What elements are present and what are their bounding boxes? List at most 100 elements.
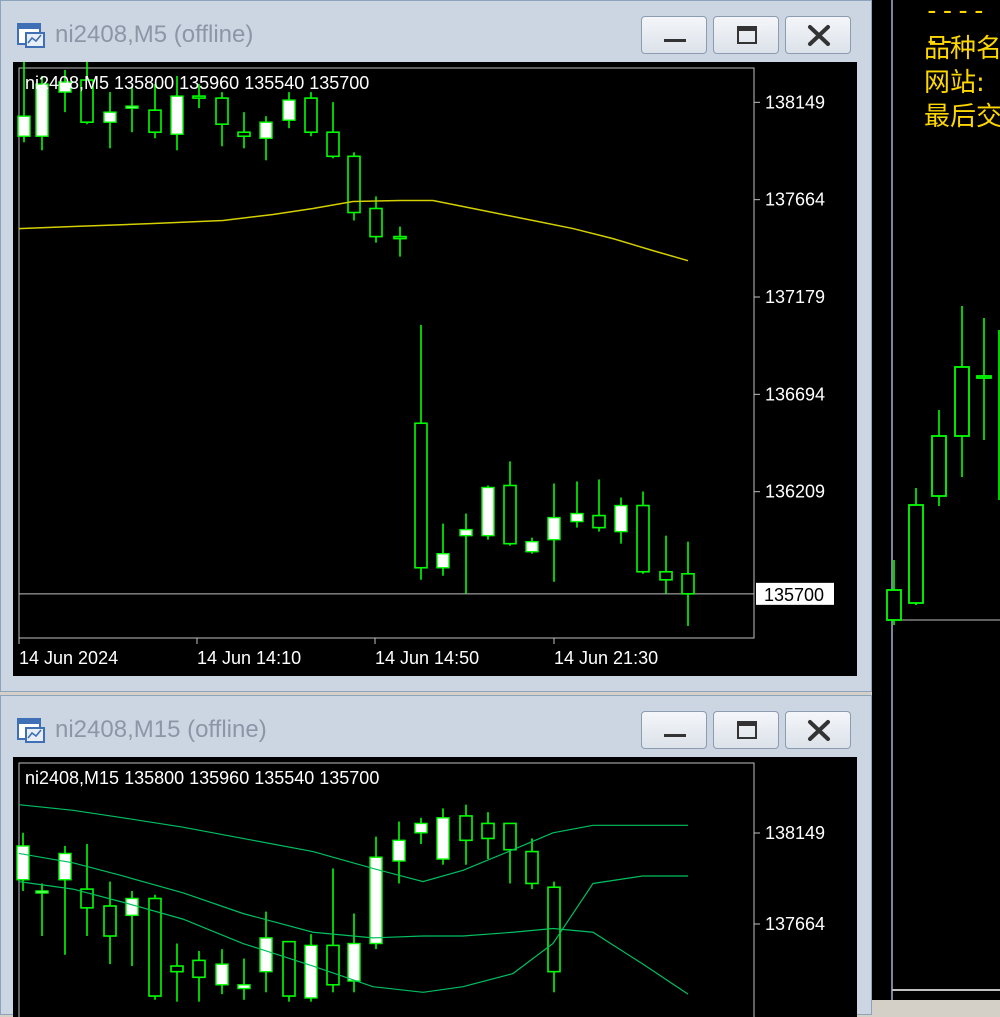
candle-body <box>414 422 428 569</box>
candle-body <box>347 155 361 214</box>
candle-body <box>125 105 139 109</box>
candle-body <box>481 486 495 537</box>
chart-window-icon <box>17 21 45 49</box>
candle-body <box>326 944 340 986</box>
close-icon <box>808 720 830 741</box>
minimize-icon <box>664 734 686 737</box>
right-candlestick-chart <box>886 0 1000 1000</box>
candle-body <box>547 516 561 541</box>
candle-body <box>503 484 517 545</box>
candle-body <box>282 99 296 121</box>
candle-body <box>125 897 139 917</box>
candle-body <box>393 235 407 240</box>
candle <box>369 836 383 950</box>
candle-body <box>237 984 251 990</box>
candle <box>103 92 117 149</box>
candle <box>459 804 473 865</box>
candle-body <box>592 514 606 529</box>
candle <box>215 92 229 147</box>
candle-body <box>192 959 206 979</box>
candle <box>103 881 117 965</box>
plot-frame <box>18 762 755 1017</box>
candle <box>35 883 49 937</box>
candle <box>347 152 361 221</box>
candle-body <box>304 97 318 134</box>
candle <box>304 92 318 137</box>
candle-body <box>976 375 992 379</box>
candle-body <box>304 944 318 999</box>
minimize-button[interactable] <box>641 711 707 749</box>
candle-body <box>17 115 31 137</box>
candle-body <box>525 850 539 885</box>
candle-body <box>148 897 162 997</box>
chart-area-m5[interactable]: 138149 137664 137179 136694 136209 135700 14 J… <box>13 62 857 676</box>
candle <box>414 817 428 845</box>
candle-body <box>16 845 30 881</box>
time-label: 14 Jun 14:50 <box>375 648 479 668</box>
candle-body <box>436 817 450 860</box>
price-label: 136694 <box>765 384 825 404</box>
candle <box>237 112 251 149</box>
candle <box>369 196 383 243</box>
candle-body <box>886 589 902 621</box>
candle <box>304 934 318 1002</box>
chart-info-line: ni2408,M15 135800 135960 135540 135700 <box>25 768 380 788</box>
close-button[interactable] <box>785 16 851 54</box>
candle-body <box>369 207 383 238</box>
chart-window-icon <box>17 716 45 744</box>
candle-body <box>503 822 517 851</box>
candle-body <box>170 965 184 973</box>
current-price-label: 135700 <box>764 585 824 605</box>
window-title: ni2408,M15 (offline) <box>55 716 267 743</box>
candle <box>954 306 970 477</box>
price-label: 136209 <box>765 482 825 502</box>
candle-body <box>58 852 72 881</box>
minimize-button[interactable] <box>641 16 707 54</box>
candle <box>570 481 584 528</box>
candle-body <box>192 95 206 99</box>
candle <box>170 943 184 1002</box>
candle-body <box>347 942 361 982</box>
candle <box>547 881 561 993</box>
candle-body <box>681 572 695 595</box>
close-icon <box>808 25 830 46</box>
maximize-button[interactable] <box>713 16 779 54</box>
candle <box>326 102 340 159</box>
window-title-bar[interactable]: ni2408,M5 (offline) <box>1 1 871 54</box>
candle <box>908 488 924 605</box>
chart-window-m15[interactable]: ni2408,M15 (offline) 138149 137664 ni2408… <box>0 695 872 1017</box>
candle <box>192 951 206 1002</box>
candle <box>503 461 517 546</box>
candle <box>282 940 296 1002</box>
chart-window-m5[interactable]: ni2408,M5 (offline) 138149 137664 137179 13… <box>0 0 872 692</box>
candle <box>614 497 628 544</box>
candle-body <box>459 815 473 842</box>
window-title: ni2408,M5 (offline) <box>55 21 254 48</box>
candle <box>976 318 992 440</box>
maximize-button[interactable] <box>713 711 779 749</box>
candle <box>525 838 539 890</box>
candle <box>503 822 517 884</box>
candle-body <box>259 121 273 139</box>
minimize-icon <box>664 39 686 42</box>
window-title-bar[interactable]: ni2408,M15 (offline) <box>1 696 871 749</box>
right-chart-window[interactable]: ------ 品种名 网站: 最后交 <box>872 0 1000 1000</box>
candle-body <box>170 95 184 135</box>
candle-body <box>525 540 539 553</box>
close-button[interactable] <box>785 711 851 749</box>
price-label: 137179 <box>765 287 825 307</box>
candle <box>282 92 296 129</box>
candle <box>125 890 139 967</box>
candle <box>931 410 947 506</box>
candle-body <box>282 940 296 997</box>
candle-body <box>237 131 251 138</box>
chart-info-line: ni2408,M5 135800 135960 135540 135700 <box>25 73 370 93</box>
candle <box>393 226 407 257</box>
time-label: 14 Jun 14:10 <box>197 648 301 668</box>
candle <box>525 537 539 554</box>
candle <box>481 485 495 540</box>
candle-body <box>392 839 406 862</box>
chart-area-m15[interactable]: 138149 137664 ni2408,M15 135800 135960 13… <box>13 757 857 1017</box>
candle-body <box>908 504 924 604</box>
candle <box>215 949 229 995</box>
